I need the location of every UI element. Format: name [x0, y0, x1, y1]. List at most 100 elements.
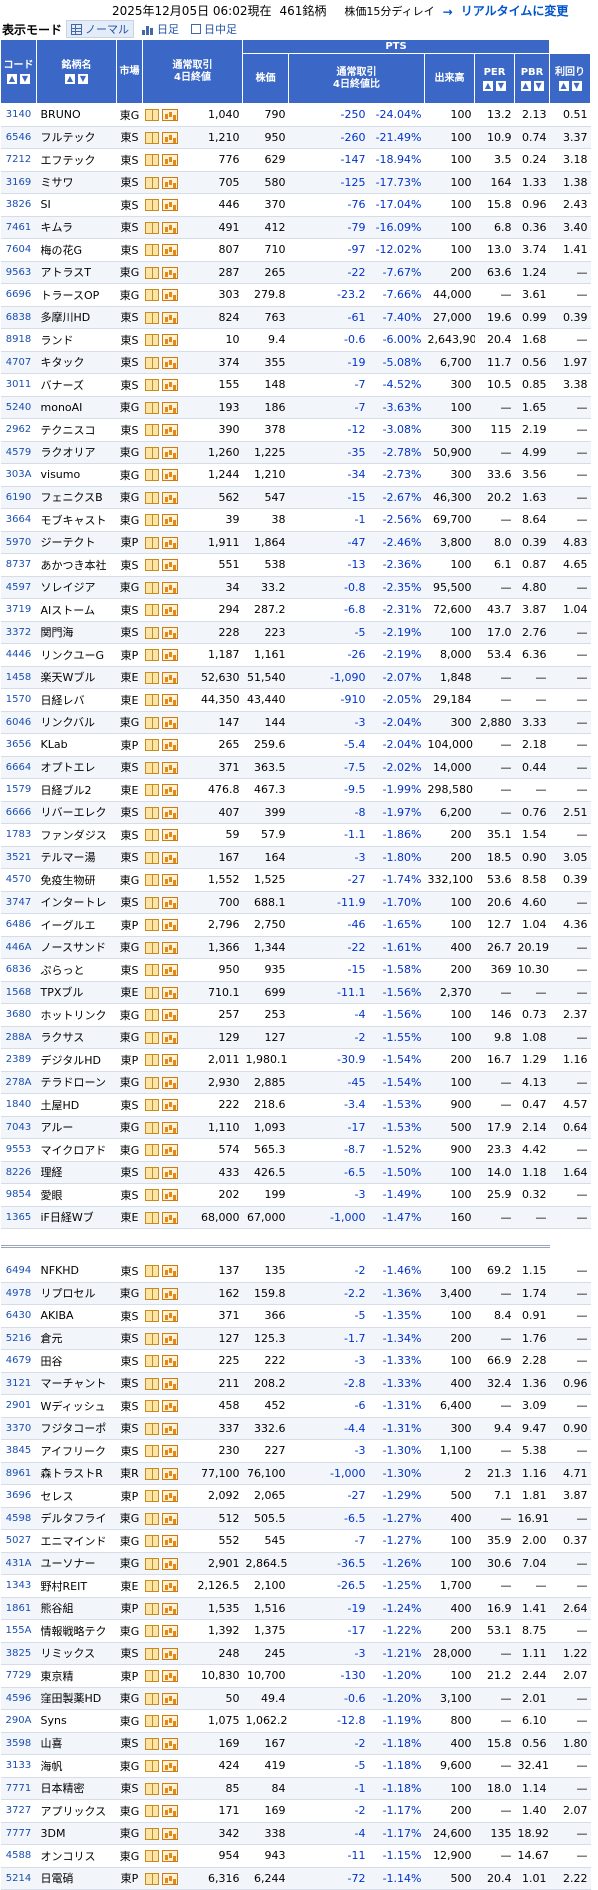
stock-code-link[interactable]: 6664 [0, 756, 37, 779]
book-icon[interactable] [144, 1625, 159, 1638]
chart-icon[interactable] [161, 1445, 178, 1458]
chart-icon[interactable] [161, 221, 178, 234]
book-icon[interactable] [144, 1805, 159, 1818]
stock-code-link[interactable]: 1783 [0, 823, 37, 847]
stock-code-link[interactable]: 3169 [0, 171, 37, 194]
chart-icon[interactable] [161, 1827, 178, 1840]
book-icon[interactable] [144, 1692, 159, 1705]
stock-code-link[interactable]: 4596 [0, 1687, 37, 1710]
chart-icon[interactable] [161, 1121, 178, 1134]
realtime-link[interactable]: リアルタイムに変更 [461, 2, 569, 19]
book-icon[interactable] [144, 604, 159, 617]
book-icon[interactable] [144, 1166, 159, 1179]
col-pbr-header[interactable]: PBR ▲ ▼ [513, 53, 551, 104]
chart-icon[interactable] [161, 1054, 178, 1067]
stock-code-link[interactable]: 3121 [0, 1372, 37, 1395]
chart-icon[interactable] [161, 626, 178, 639]
chart-icon[interactable] [161, 1557, 178, 1570]
book-icon[interactable] [144, 784, 159, 797]
stock-code-link[interactable]: 1568 [0, 981, 37, 1004]
stock-code-link[interactable]: 6666 [0, 801, 37, 824]
book-icon[interactable] [144, 1602, 159, 1615]
book-icon[interactable] [144, 154, 159, 167]
sort-desc-icon[interactable]: ▼ [533, 80, 544, 91]
stock-code-link[interactable]: 278A [0, 1071, 37, 1094]
book-icon[interactable] [144, 199, 159, 212]
book-icon[interactable] [144, 109, 159, 122]
chart-icon[interactable] [161, 1715, 178, 1728]
chart-icon[interactable] [161, 1647, 178, 1660]
book-icon[interactable] [144, 334, 159, 347]
stock-code-link[interactable]: 4978 [0, 1282, 37, 1305]
chart-icon[interactable] [161, 941, 178, 954]
stock-code-link[interactable]: 7212 [0, 148, 37, 172]
sort-desc-icon[interactable]: ▼ [78, 73, 88, 84]
stock-code-link[interactable]: 4579 [0, 441, 37, 464]
stock-code-link[interactable]: 431A [0, 1552, 37, 1575]
book-icon[interactable] [144, 1670, 159, 1683]
chart-icon[interactable] [161, 1850, 178, 1863]
chart-icon[interactable] [161, 536, 178, 549]
stock-code-link[interactable]: 3680 [0, 1003, 37, 1027]
stock-code-link[interactable]: 3598 [0, 1732, 37, 1755]
chart-icon[interactable] [161, 1692, 178, 1705]
stock-code-link[interactable]: 9553 [0, 1138, 37, 1162]
stock-code-link[interactable]: 3747 [0, 891, 37, 914]
book-icon[interactable] [144, 244, 159, 257]
stock-code-link[interactable]: 5027 [0, 1529, 37, 1553]
stock-code-link[interactable]: 4707 [0, 351, 37, 374]
stock-code-link[interactable]: 3825 [0, 1642, 37, 1665]
book-icon[interactable] [144, 221, 159, 234]
book-icon[interactable] [144, 1031, 159, 1044]
book-icon[interactable] [144, 1310, 159, 1323]
stock-code-link[interactable]: 1840 [0, 1093, 37, 1117]
stock-code-link[interactable]: 3133 [0, 1754, 37, 1778]
book-icon[interactable] [144, 1265, 159, 1277]
book-icon[interactable] [144, 649, 159, 662]
chart-icon[interactable] [161, 356, 178, 369]
chart-icon[interactable] [161, 311, 178, 324]
chart-icon[interactable] [161, 604, 178, 617]
mode-daily-button[interactable]: 日足 [138, 20, 183, 38]
chart-icon[interactable] [161, 154, 178, 167]
book-icon[interactable] [144, 1872, 159, 1885]
col-regular-close-header[interactable]: 通常取引 4日終値 [142, 39, 243, 104]
book-icon[interactable] [144, 761, 159, 774]
chart-icon[interactable] [161, 694, 178, 707]
stock-code-link[interactable]: 6836 [0, 958, 37, 982]
book-icon[interactable] [144, 919, 159, 932]
chart-icon[interactable] [161, 1670, 178, 1683]
chart-icon[interactable] [161, 761, 178, 774]
book-icon[interactable] [144, 1512, 159, 1525]
sort-desc-icon[interactable]: ▼ [20, 73, 30, 84]
book-icon[interactable] [144, 514, 159, 527]
book-icon[interactable] [144, 491, 159, 504]
chart-icon[interactable] [161, 559, 178, 572]
stock-code-link[interactable]: 3140 [0, 103, 37, 127]
chart-icon[interactable] [161, 784, 178, 797]
stock-code-link[interactable]: 3719 [0, 598, 37, 622]
stock-code-link[interactable]: 7771 [0, 1777, 37, 1800]
chart-icon[interactable] [161, 469, 178, 482]
col-yield-header[interactable]: 利回り ▲ ▼ [549, 53, 591, 104]
stock-code-link[interactable]: 446A [0, 936, 37, 959]
stock-code-link[interactable]: 288A [0, 1026, 37, 1049]
chart-icon[interactable] [161, 1535, 178, 1548]
book-icon[interactable] [144, 1377, 159, 1390]
chart-icon[interactable] [161, 1805, 178, 1818]
book-icon[interactable] [144, 1782, 159, 1795]
chart-icon[interactable] [161, 1211, 178, 1224]
book-icon[interactable] [144, 1355, 159, 1368]
chart-icon[interactable] [161, 1467, 178, 1480]
chart-icon[interactable] [161, 1580, 178, 1593]
stock-code-link[interactable]: 1458 [0, 666, 37, 689]
stock-code-link[interactable]: 8918 [0, 328, 37, 352]
book-icon[interactable] [144, 941, 159, 954]
sort-asc-icon[interactable]: ▲ [558, 80, 569, 91]
stock-code-link[interactable]: 2901 [0, 1394, 37, 1418]
chart-icon[interactable] [161, 649, 178, 662]
chart-icon[interactable] [161, 851, 178, 864]
col-volume-header[interactable]: 出来高 [424, 53, 475, 104]
stock-code-link[interactable]: 5970 [0, 531, 37, 554]
chart-icon[interactable] [161, 1400, 178, 1413]
